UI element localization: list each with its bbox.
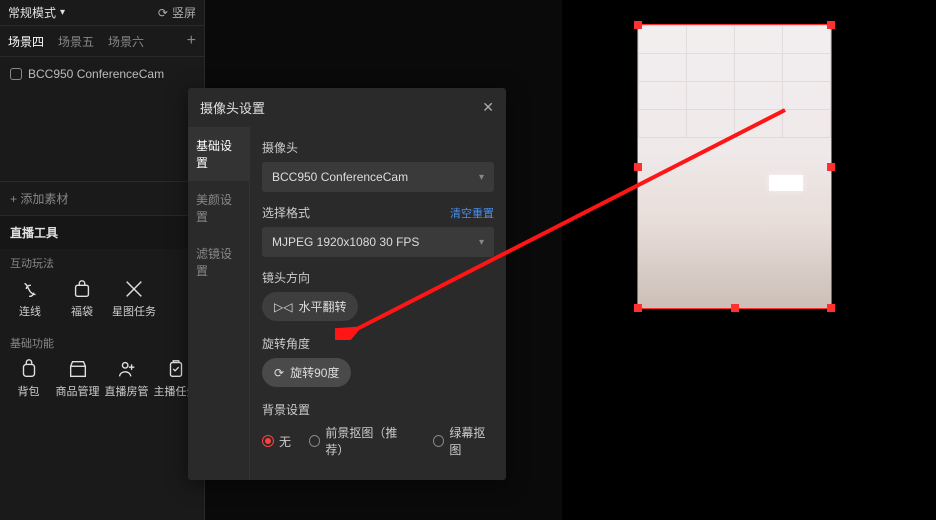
tab-filter[interactable]: 滤镜设置 [188, 235, 249, 289]
reset-link[interactable]: 清空重置 [450, 205, 494, 221]
resize-handle-mb[interactable] [731, 304, 739, 312]
rotate-icon: ⟳ [158, 6, 168, 20]
add-material-button[interactable]: + 添加素材 [0, 181, 204, 215]
camera-field-label: 摄像头 [262, 139, 494, 156]
left-panel: 常规模式 ▾ ⟳ 竖屏 场景四 场景五 场景六 + BCC950 Confere… [0, 0, 205, 520]
basic-group: 背包 商品管理 直播房管 主播任务 [0, 353, 204, 409]
tool-moderator[interactable]: 直播房管 [104, 359, 149, 399]
scene-tab-6[interactable]: 场景六 [108, 33, 144, 50]
tool-products[interactable]: 商品管理 [55, 359, 100, 399]
dialog-tabs: 基础设置 美颜设置 滤镜设置 [188, 127, 250, 480]
mode-dropdown[interactable]: 常规模式 ▾ [8, 4, 65, 21]
camera-settings-dialog: 摄像头设置 ✕ 基础设置 美颜设置 滤镜设置 摄像头 BCC950 Confer… [188, 88, 506, 480]
format-select[interactable]: MJPEG 1920x1080 30 FPS ▾ [262, 227, 494, 257]
radio-icon [309, 435, 320, 447]
bg-option-none[interactable]: 无 [262, 433, 291, 450]
store-icon [67, 359, 89, 379]
ceiling-preview-image [638, 25, 831, 138]
tool-moderator-label: 直播房管 [105, 383, 149, 399]
bg-option-greenscreen-label: 绿幕抠图 [449, 424, 494, 458]
tool-connect[interactable]: 连线 [6, 279, 54, 319]
bg-option-foreground-label: 前景抠图（推荐） [325, 424, 415, 458]
camera-preview[interactable] [637, 24, 832, 309]
source-camera-row[interactable]: BCC950 ConferenceCam [0, 57, 204, 91]
bg-option-greenscreen[interactable]: 绿幕抠图 [433, 424, 494, 458]
interactive-group-label: 互动玩法 [0, 249, 204, 273]
source-camera-label: BCC950 ConferenceCam [28, 67, 164, 81]
flip-button-label: 水平翻转 [298, 298, 346, 315]
flip-icon: ▷◁ [274, 300, 292, 314]
resize-handle-tl[interactable] [634, 21, 642, 29]
user-admin-icon [116, 359, 138, 379]
resize-handle-mr[interactable] [827, 163, 835, 171]
dialog-content: 摄像头 BCC950 ConferenceCam ▾ 选择格式 清空重置 MJP… [250, 127, 506, 480]
clipboard-icon [165, 359, 187, 379]
format-select-value: MJPEG 1920x1080 30 FPS [272, 235, 419, 249]
scene-tab-5[interactable]: 场景五 [58, 33, 94, 50]
tool-luckybag[interactable]: 福袋 [58, 279, 106, 319]
background-radio-group: 无 前景抠图（推荐） 绿幕抠图 [262, 424, 494, 458]
background-label: 背景设置 [262, 401, 494, 418]
bg-option-foreground[interactable]: 前景抠图（推荐） [309, 424, 415, 458]
rotate-label: 旋转角度 [262, 335, 494, 352]
live-tools-section: 直播工具 互动玩法 连线 福袋 星图任务 基础功能 [0, 215, 204, 409]
live-tools-header: 直播工具 [0, 216, 204, 249]
radio-icon [262, 435, 274, 447]
scene-tab-4[interactable]: 场景四 [8, 33, 44, 50]
camera-select[interactable]: BCC950 ConferenceCam ▾ [262, 162, 494, 192]
bag-icon [71, 279, 93, 299]
camera-icon [10, 68, 22, 80]
tab-beauty[interactable]: 美颜设置 [188, 181, 249, 235]
bg-option-none-label: 无 [279, 433, 291, 450]
mode-label: 常规模式 [8, 4, 56, 21]
tool-backpack[interactable]: 背包 [6, 359, 51, 399]
close-icon[interactable]: ✕ [482, 99, 494, 116]
screen-orientation-button[interactable]: ⟳ 竖屏 [158, 4, 196, 21]
basic-group-label: 基础功能 [0, 329, 204, 353]
tab-basic[interactable]: 基础设置 [188, 127, 249, 181]
rotate-90-button[interactable]: ⟳ 旋转90度 [262, 358, 351, 387]
star-icon [123, 279, 145, 299]
flip-horizontal-button[interactable]: ▷◁ 水平翻转 [262, 292, 358, 321]
resize-handle-br[interactable] [827, 304, 835, 312]
rotate-button-label: 旋转90度 [290, 364, 339, 381]
tool-products-label: 商品管理 [56, 383, 100, 399]
backpack-icon [18, 359, 40, 379]
direction-label: 镜头方向 [262, 269, 494, 286]
tool-startask-label: 星图任务 [112, 303, 156, 319]
format-field-label: 选择格式 [262, 204, 310, 221]
dialog-titlebar: 摄像头设置 ✕ [188, 88, 506, 127]
interactive-group: 连线 福袋 星图任务 [0, 273, 204, 329]
add-scene-button[interactable]: + [187, 32, 196, 50]
resize-handle-tr[interactable] [827, 21, 835, 29]
tool-luckybag-label: 福袋 [71, 303, 93, 319]
tool-connect-label: 连线 [19, 303, 41, 319]
resize-handle-ml[interactable] [634, 163, 642, 171]
rotate-icon: ⟳ [274, 366, 284, 380]
camera-select-value: BCC950 ConferenceCam [272, 170, 408, 184]
radio-icon [433, 435, 444, 447]
mode-bar: 常规模式 ▾ ⟳ 竖屏 [0, 0, 204, 26]
chevron-down-icon: ▾ [479, 172, 484, 183]
tool-backpack-label: 背包 [18, 383, 40, 399]
dialog-title: 摄像头设置 [200, 98, 265, 117]
chevron-down-icon: ▾ [479, 237, 484, 248]
tool-startask[interactable]: 星图任务 [110, 279, 158, 319]
scene-tabs: 场景四 场景五 场景六 + [0, 26, 204, 57]
chevron-down-icon: ▾ [60, 7, 65, 18]
screen-orientation-label: 竖屏 [172, 4, 196, 21]
resize-handle-bl[interactable] [634, 304, 642, 312]
link-icon [19, 279, 41, 299]
ceiling-light-image [769, 175, 803, 191]
